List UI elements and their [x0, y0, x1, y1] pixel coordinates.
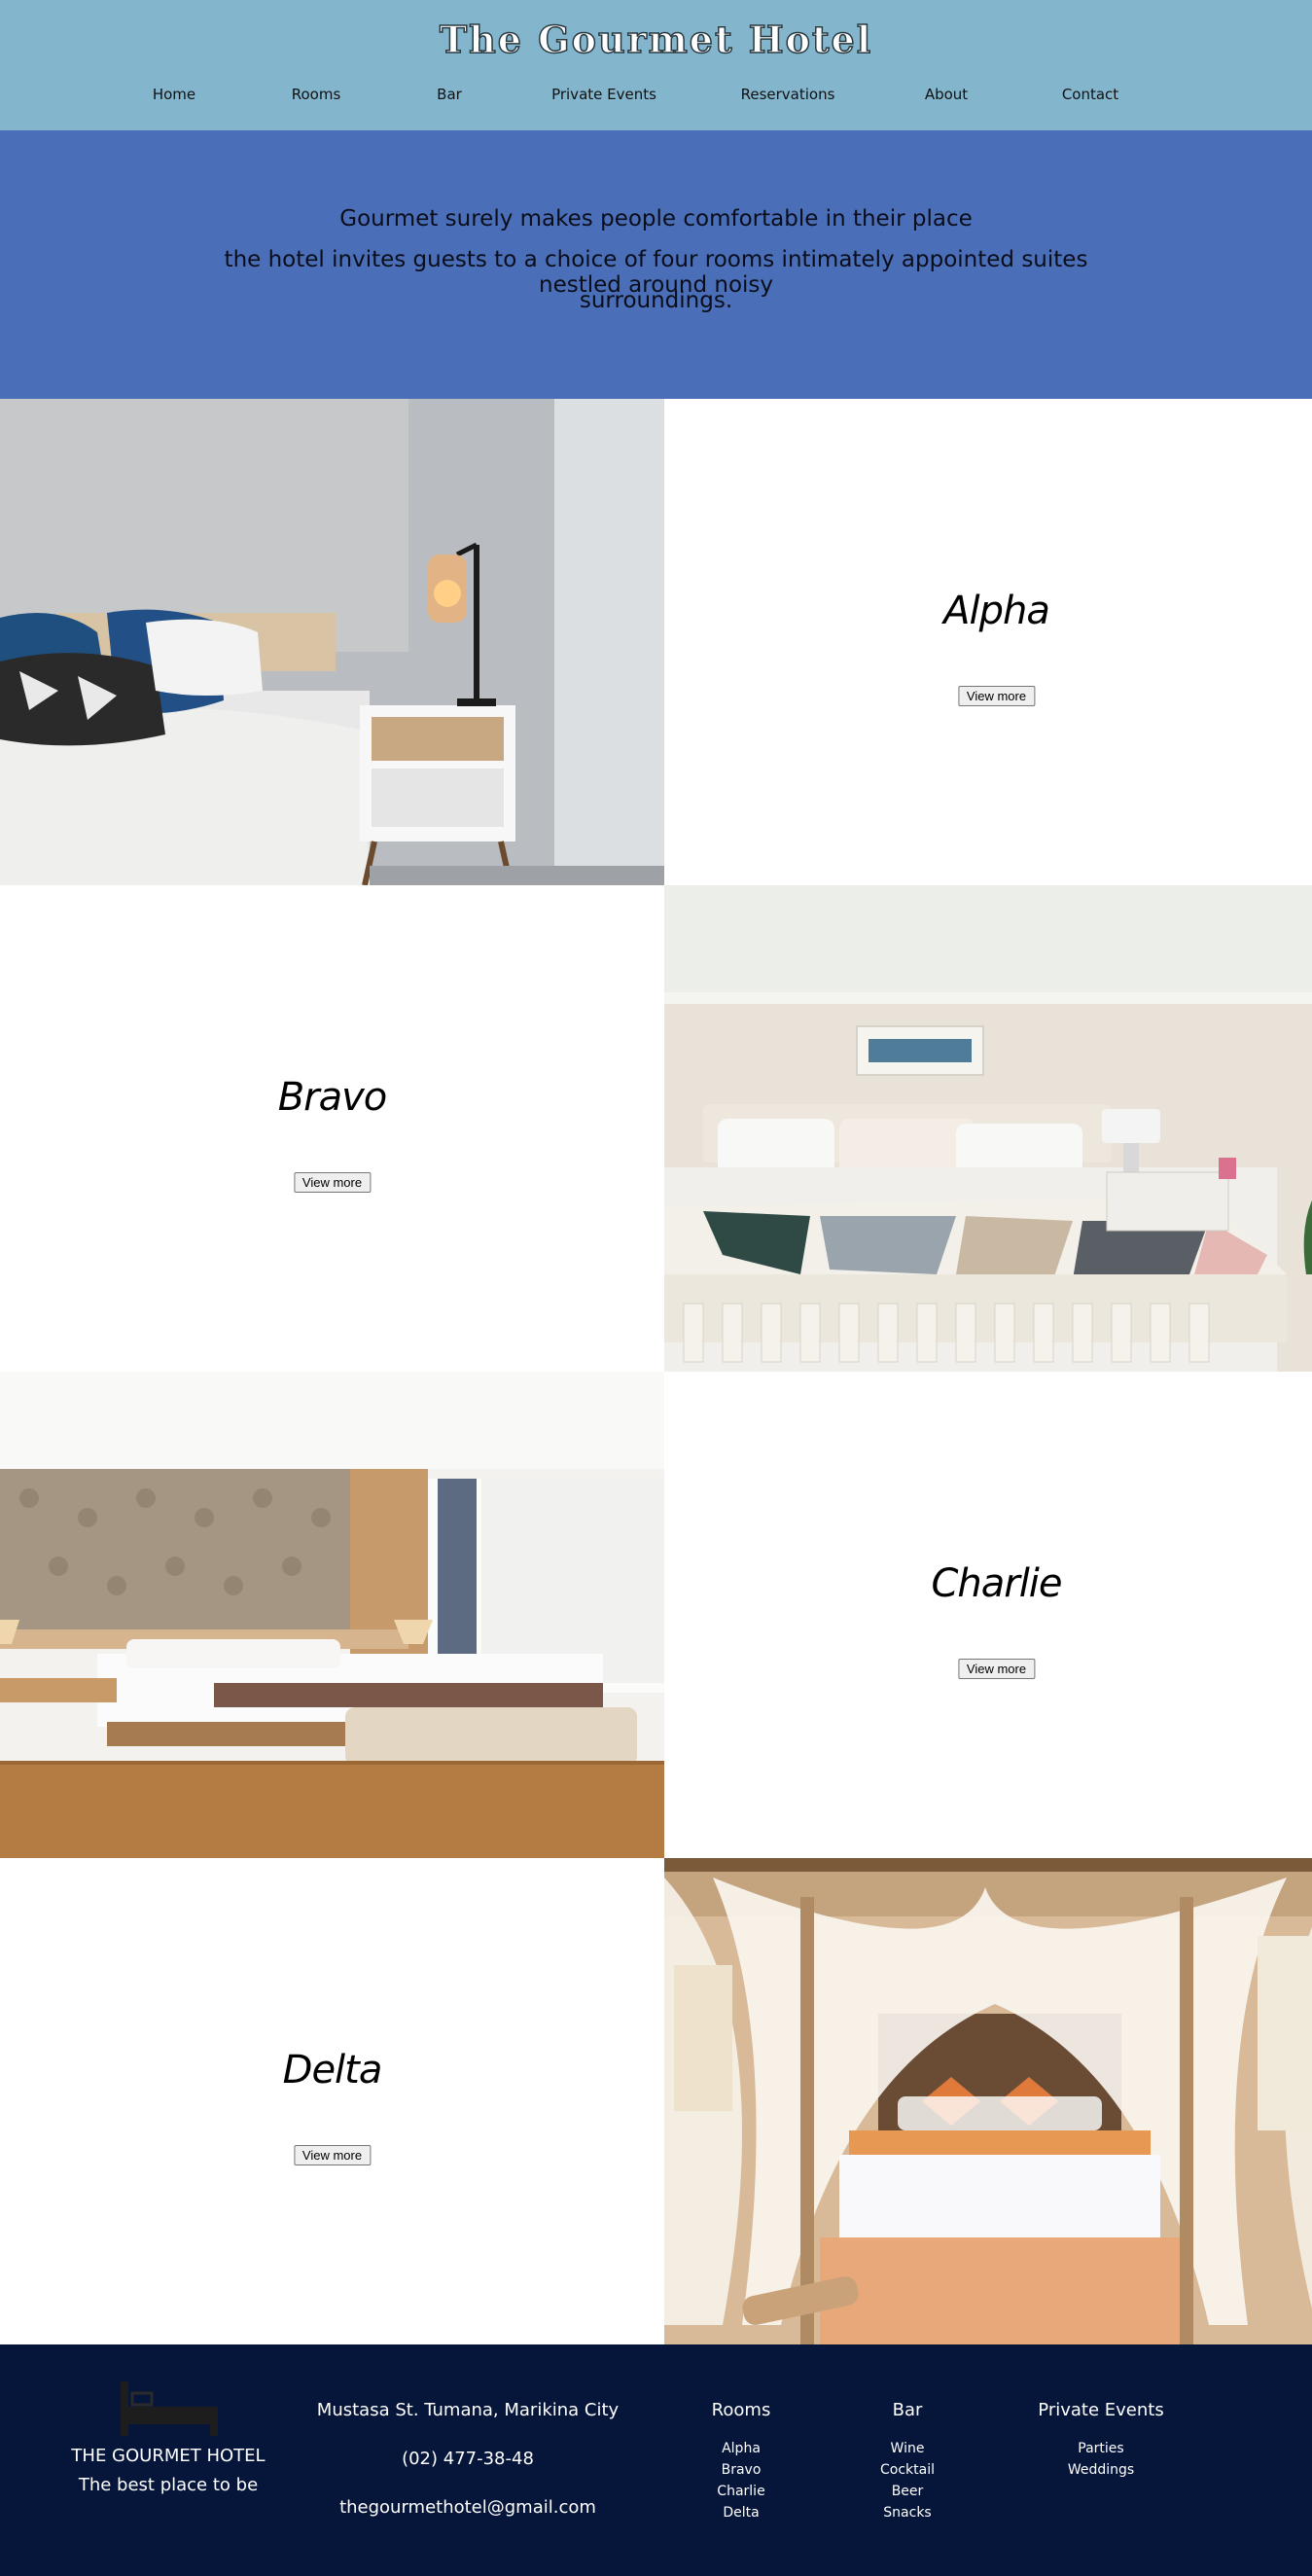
nav-bar[interactable]: Bar: [437, 86, 462, 103]
intro-line-3: surroundings.: [579, 288, 733, 313]
nav-private-events[interactable]: Private Events: [551, 86, 656, 103]
footer-tagline: The best place to be: [78, 2475, 259, 2495]
room-alpha-panel: Alpha View more: [664, 399, 1312, 885]
footer-link-beer[interactable]: Beer: [880, 2481, 935, 2502]
room-bravo-image: [664, 885, 1312, 1372]
site-header: The Gourmet Hotel Home Rooms Bar Private…: [0, 0, 1312, 130]
room-delta-panel: Delta View more: [0, 1858, 664, 2344]
footer-link-weddings[interactable]: Weddings: [1068, 2459, 1134, 2481]
bravo-view-more-button[interactable]: View more: [293, 1172, 372, 1193]
bedroom-photo-alpha: [0, 399, 664, 885]
room-charlie-image: [0, 1372, 664, 1858]
room-charlie-panel: Charlie View more: [664, 1372, 1312, 1858]
nav-contact[interactable]: Contact: [1062, 86, 1118, 103]
bedroom-photo-delta: [664, 1858, 1312, 2344]
footer-phone[interactable]: (02) 477-38-48: [402, 2449, 534, 2469]
room-charlie-name: Charlie: [931, 1561, 1062, 1606]
site-footer: THE GOURMET HOTEL The best place to be M…: [0, 2344, 1312, 2576]
footer-link-wine[interactable]: Wine: [880, 2438, 935, 2459]
footer-address: Mustasa St. Tumana, Marikina City: [316, 2400, 620, 2420]
bed-icon: [121, 2381, 218, 2436]
footer-bar-list: Wine Cocktail Beer Snacks: [880, 2438, 935, 2523]
intro-banner: Gourmet surely makes people comfortable …: [0, 130, 1312, 399]
footer-link-delta[interactable]: Delta: [717, 2502, 764, 2523]
footer-rooms-list: Alpha Bravo Charlie Delta: [717, 2438, 764, 2523]
site-title: The Gourmet Hotel: [439, 17, 873, 62]
charlie-view-more-button[interactable]: View more: [957, 1659, 1036, 1679]
nav-home[interactable]: Home: [153, 86, 195, 103]
footer-link-bravo[interactable]: Bravo: [717, 2459, 764, 2481]
footer-bar-heading: Bar: [892, 2400, 923, 2420]
room-bravo-name: Bravo: [277, 1075, 388, 1120]
room-alpha-image: [0, 399, 664, 885]
footer-rooms-heading: Rooms: [711, 2400, 771, 2420]
room-alpha-name: Alpha: [943, 589, 1050, 633]
footer-brand: THE GOURMET HOTEL: [71, 2446, 266, 2466]
footer-link-parties[interactable]: Parties: [1068, 2438, 1134, 2459]
nav-rooms[interactable]: Rooms: [292, 86, 341, 103]
footer-link-charlie[interactable]: Charlie: [717, 2481, 764, 2502]
bedroom-photo-charlie: [0, 1372, 664, 1858]
footer-email[interactable]: thegourmethotel@gmail.com: [339, 2497, 596, 2518]
room-delta-name: Delta: [282, 2048, 383, 2093]
footer-events-list: Parties Weddings: [1068, 2438, 1134, 2481]
intro-line-1: Gourmet surely makes people comfortable …: [339, 206, 973, 232]
footer-events-heading: Private Events: [1038, 2400, 1164, 2420]
bedroom-photo-bravo: [664, 885, 1312, 1372]
alpha-view-more-button[interactable]: View more: [957, 686, 1036, 706]
room-delta-image: [664, 1858, 1312, 2344]
main-nav: Home Rooms Bar Private Events Reservatio…: [0, 86, 1312, 109]
nav-about[interactable]: About: [925, 86, 968, 103]
footer-link-cocktail[interactable]: Cocktail: [880, 2459, 935, 2481]
footer-link-snacks[interactable]: Snacks: [880, 2502, 935, 2523]
footer-link-alpha[interactable]: Alpha: [717, 2438, 764, 2459]
room-bravo-panel: Bravo View more: [0, 885, 664, 1372]
delta-view-more-button[interactable]: View more: [293, 2145, 372, 2165]
nav-reservations[interactable]: Reservations: [741, 86, 835, 103]
